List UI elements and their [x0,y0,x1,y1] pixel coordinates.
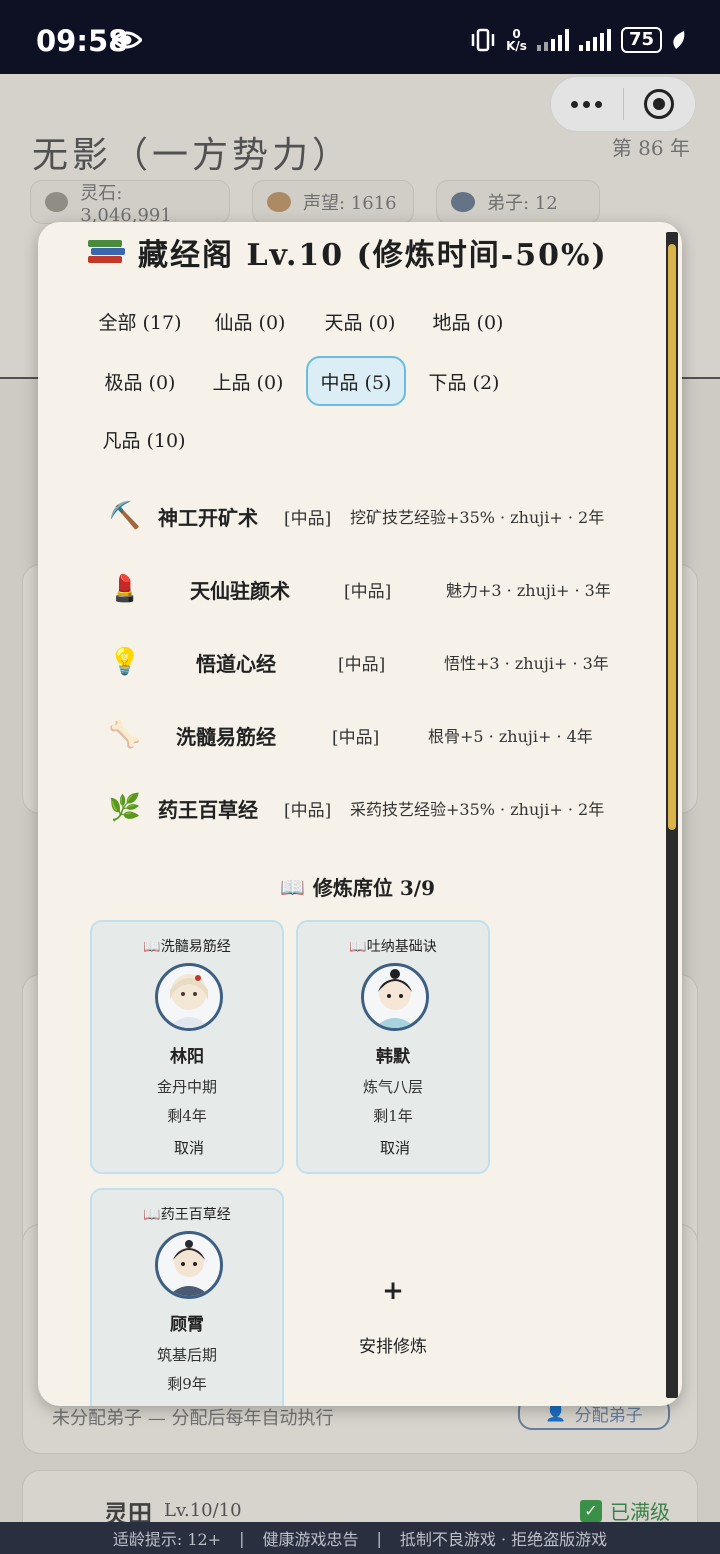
seat-card[interactable]: 📖药王百草经 顾霄 筑基后期 剩9年 [90,1188,284,1406]
filter-zhong[interactable]: 中品 (5) [306,356,406,406]
cancel-button[interactable]: 取消 [358,1134,432,1162]
technique-row[interactable]: ⛏️ 神工开矿术 [中品] 挖矿技艺经验+35% · zhuji+ · 2年 [100,488,620,544]
disciple-realm: 炼气八层 [362,1078,423,1096]
technique-name: 神工开矿术 [158,505,258,530]
arrange-cultivation-label: 安排修炼 [359,1337,427,1357]
open-book-icon: 📖 [280,874,305,899]
seats-title: 📖 修炼席位 3/9 [280,874,436,901]
technique-row[interactable]: 🦴 洗髓易筋经 [中品] 根骨+5 · zhuji+ · 4年 [100,707,620,763]
technique-effect: 根骨+5 · zhuji+ · 4年 [428,727,593,746]
plus-icon: + [382,1276,404,1306]
technique-grade: [中品] [338,654,386,675]
disciple-name: 顾霄 [170,1315,204,1335]
technique-effect: 采药技艺经验+35% · zhuji+ · 2年 [350,800,605,819]
avatar [155,963,223,1031]
disciple-name: 林阳 [170,1047,204,1067]
books-icon [86,238,126,266]
filter-fan[interactable]: 凡品 (10) [90,414,198,464]
seat-card[interactable]: 📖洗髓易筋经 林阳 金丹中期 剩4年 取消 [90,920,284,1174]
technique-name: 药王百草经 [158,797,258,822]
filter-all[interactable]: 全部 (17) [90,296,190,346]
lipstick-icon: 💄 [108,574,142,604]
filter-xian[interactable]: 仙品 (0) [200,296,300,346]
technique-effect: 悟性+3 · zhuji+ · 3年 [444,654,609,673]
modal-title: 藏经阁 Lv.10 (修炼时间-50%) [86,230,608,274]
remaining-time: 剩1年 [373,1107,413,1125]
cancel-button[interactable]: 取消 [152,1134,226,1162]
net-speed: 0 K/s [506,27,527,53]
remaining-time: 剩4年 [167,1107,207,1125]
filter-ji[interactable]: 极品 (0) [90,356,190,406]
technique-row[interactable]: 💡 悟道心经 [中品] 悟性+3 · zhuji+ · 3年 [100,634,620,690]
technique-row[interactable]: 🌿 药王百草经 [中品] 采药技艺经验+35% · zhuji+ · 2年 [100,780,620,836]
technique-row[interactable]: 💄 天仙驻颜术 [中品] 魅力+3 · zhuji+ · 3年 [100,561,620,617]
signal-1-icon [536,29,569,51]
disciple-realm: 金丹中期 [156,1078,217,1096]
technique-name: 天仙驻颜术 [190,578,290,603]
technique-grade: [中品] [344,581,392,602]
status-bar: 09:58 0 K/s 75 [0,0,720,74]
modal-scrollbar[interactable] [666,232,678,1398]
technique-name: 洗髓易筋经 [176,724,276,749]
technique-name: 悟道心经 [196,651,276,676]
filter-xia[interactable]: 下品 (2) [414,356,514,406]
herb-icon: 🌿 [108,793,142,823]
technique-grade: [中品] [332,727,380,748]
seat-technique: 📖吐纳基础诀 [349,939,437,955]
seat-technique: 📖药王百草经 [143,1207,231,1223]
leaf-icon [673,31,685,49]
technique-grade: [中品] [284,800,332,821]
pickaxe-icon: ⛏️ [108,501,142,531]
technique-effect: 魅力+3 · zhuji+ · 3年 [446,581,611,600]
seat-technique: 📖洗髓易筋经 [143,939,231,955]
lightbulb-icon: 💡 [108,647,142,677]
seat-card[interactable]: 📖吐纳基础诀 韩默 炼气八层 剩1年 取消 [296,920,490,1174]
filter-di[interactable]: 地品 (0) [418,296,518,346]
library-modal: 藏经阁 Lv.10 (修炼时间-50%) 全部 (17) 仙品 (0) 天品 (… [38,222,682,1406]
signal-2-icon [578,29,611,51]
eye-icon [112,31,142,49]
battery-indicator: 75 [620,27,662,53]
filter-tian[interactable]: 天品 (0) [310,296,410,346]
disciple-name: 韩默 [376,1047,410,1067]
filter-shang[interactable]: 上品 (0) [198,356,298,406]
vibrate-icon [471,28,495,52]
scrollbar-thumb[interactable] [668,244,676,830]
avatar [155,1231,223,1299]
empty-seat-button[interactable]: + 安排修炼 [296,1188,490,1406]
avatar [361,963,429,1031]
remaining-time: 剩9年 [167,1375,207,1393]
technique-effect: 挖矿技艺经验+35% · zhuji+ · 2年 [350,508,605,527]
disciple-realm: 筑基后期 [156,1346,217,1364]
bone-icon: 🦴 [108,720,142,750]
technique-grade: [中品] [284,508,332,529]
